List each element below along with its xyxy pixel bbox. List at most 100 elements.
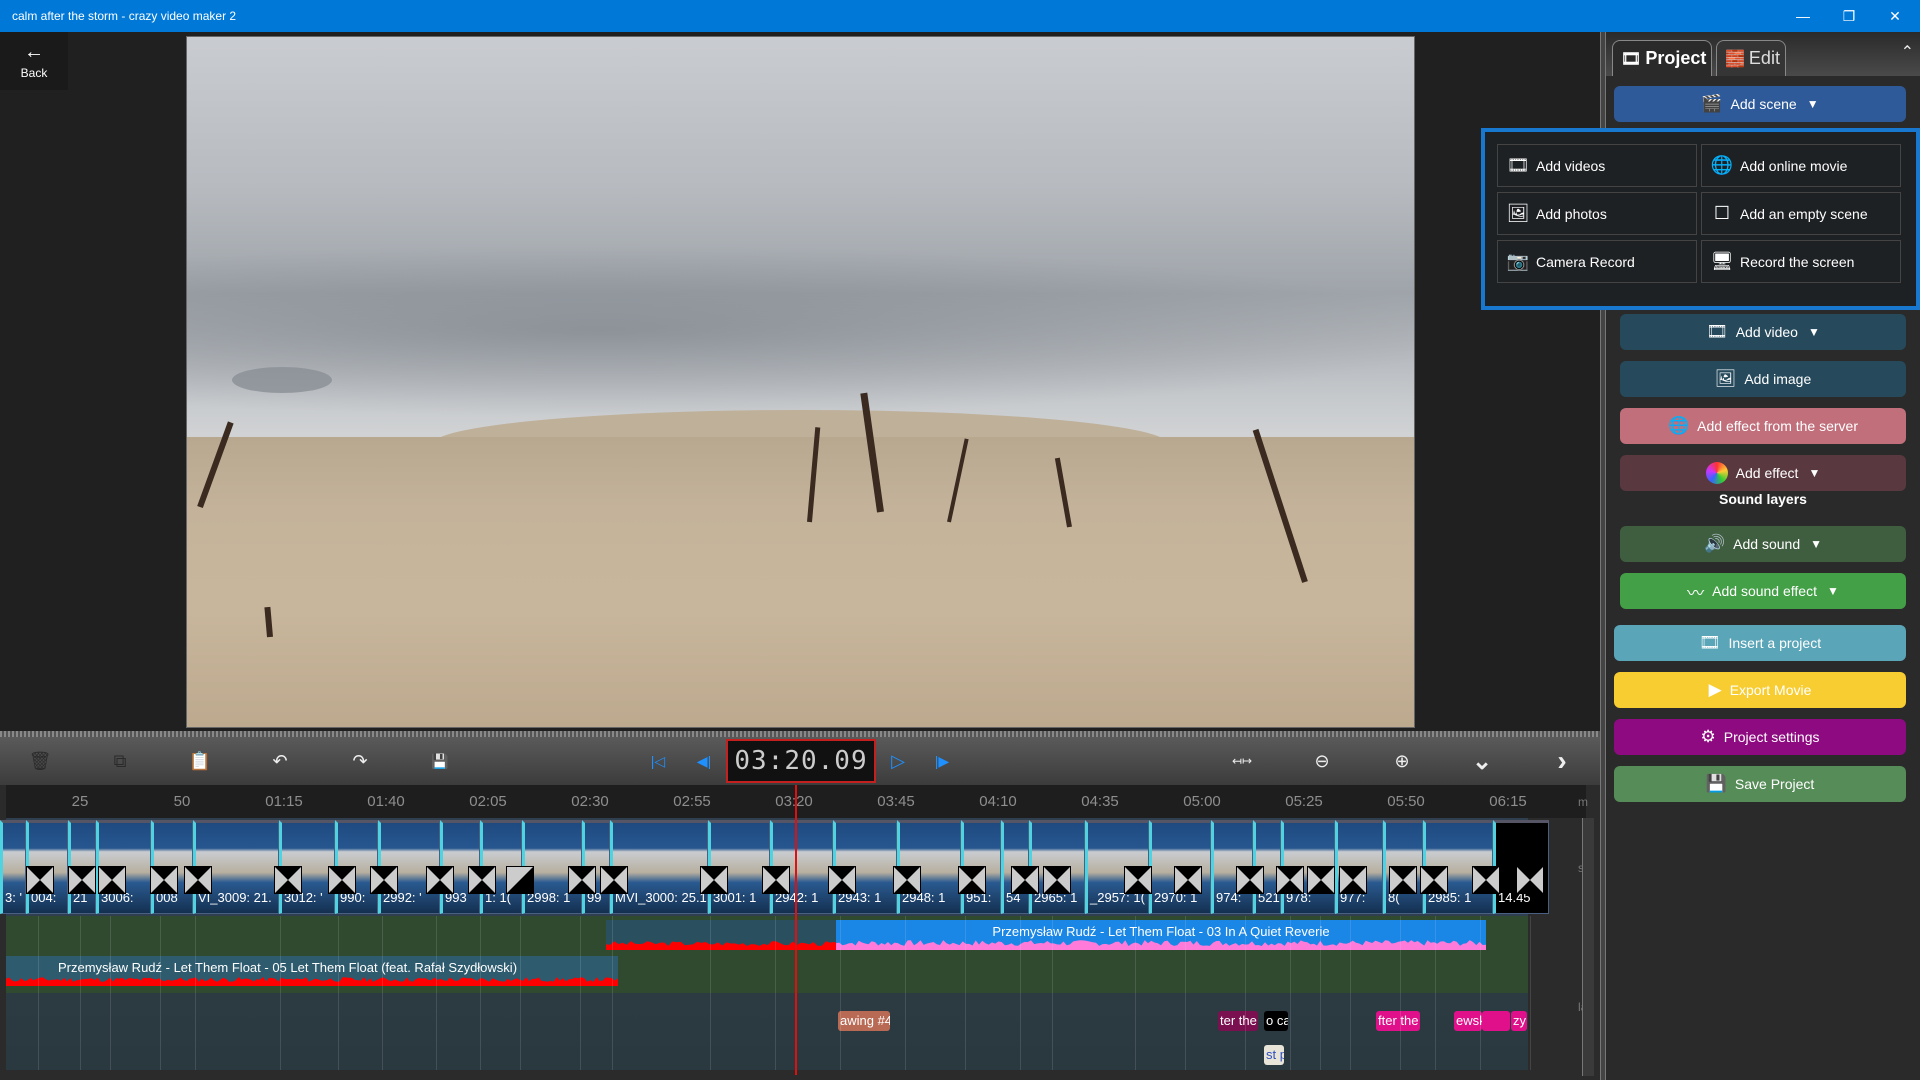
previous-frame-button[interactable]: ◀|	[686, 743, 722, 779]
close-button[interactable]: ✕	[1872, 0, 1918, 32]
text-overlay-clip[interactable]: awing #4	[838, 1011, 890, 1031]
empty-square-icon: ☐	[1713, 203, 1731, 223]
transition-icon[interactable]	[426, 866, 454, 894]
menu-item-record-screen[interactable]: 🖥 Record the screen	[1701, 240, 1901, 283]
audio-track-2[interactable]: Przemysław Rudź - Let Them Float - 05 Le…	[6, 954, 1528, 993]
menu-item-label: Camera Record	[1536, 253, 1635, 270]
clip-boundary-line	[520, 916, 521, 1070]
clip-boundary-line	[710, 916, 711, 1070]
audio-track-1[interactable]: Przemysław Rudź - Let Them Float - 03 In…	[6, 916, 1528, 954]
restore-button[interactable]: ❐	[1826, 0, 1872, 32]
transition-icon[interactable]	[1124, 866, 1152, 894]
transition-icon[interactable]	[893, 866, 921, 894]
transition-icon[interactable]	[1174, 866, 1202, 894]
add-sound-button[interactable]: 🔊 Add sound ▼	[1620, 526, 1906, 562]
add-scene-button[interactable]: 🎬 Add scene ▼	[1614, 86, 1906, 122]
transition-icon[interactable]	[26, 866, 54, 894]
transition-icon[interactable]	[150, 866, 178, 894]
playhead[interactable]	[795, 785, 797, 1075]
add-video-button[interactable]: 🎞 Add video ▼	[1620, 314, 1906, 350]
transition-icon[interactable]	[600, 866, 628, 894]
timecode-display[interactable]: 03:20.09	[726, 739, 876, 783]
transition-icon[interactable]	[1043, 866, 1071, 894]
menu-item-add-photos[interactable]: 🖼 Add photos	[1497, 192, 1697, 235]
transition-icon[interactable]	[68, 866, 96, 894]
transition-icon[interactable]	[1389, 866, 1417, 894]
text-track[interactable]: awing #4 ter the o ca fter the ewsk zy st p	[6, 993, 1528, 1070]
collapse-panel-icon[interactable]: ⌃	[1901, 42, 1914, 62]
transition-icon[interactable]	[1516, 866, 1544, 894]
transition-icon[interactable]	[1420, 866, 1448, 894]
zoom-out-button[interactable]: ⊖	[1304, 743, 1340, 779]
export-movie-button[interactable]: ▶ Export Movie	[1614, 672, 1906, 708]
copy-button[interactable]: ⧉	[102, 743, 138, 779]
expand-tracks-button[interactable]: ⌄	[1464, 743, 1500, 779]
go-to-start-button[interactable]: |◁	[640, 743, 676, 779]
fit-timeline-button[interactable]: ↤↦	[1224, 743, 1260, 779]
transition-icon[interactable]	[828, 866, 856, 894]
transition-icon[interactable]	[184, 866, 212, 894]
paste-button[interactable]: 📋	[182, 743, 218, 779]
transition-icon[interactable]	[506, 866, 534, 894]
transition-icon[interactable]	[274, 866, 302, 894]
zoom-in-button[interactable]: ⊕	[1384, 743, 1420, 779]
back-button[interactable]: ← Back	[0, 32, 68, 90]
undo-button[interactable]: ↶	[262, 743, 298, 779]
timeline-vertical-scrollbar[interactable]	[1582, 818, 1594, 1076]
menu-item-camera-record[interactable]: 📷 Camera Record	[1497, 240, 1697, 283]
transition-icon[interactable]	[1236, 866, 1264, 894]
save-project-label: Save Project	[1734, 776, 1815, 792]
video-preview[interactable]	[186, 36, 1415, 728]
paste-icon: 📋	[188, 750, 212, 771]
project-settings-label: Project settings	[1723, 729, 1820, 745]
transition-icon[interactable]	[700, 866, 728, 894]
redo-button[interactable]: ↷	[342, 743, 378, 779]
tab-edit[interactable]: 🧱 Edit	[1716, 40, 1786, 76]
delete-button[interactable]: 🗑	[22, 743, 58, 779]
menu-item-add-empty-scene[interactable]: ☐ Add an empty scene	[1701, 192, 1901, 235]
clip-boundary-line	[338, 916, 339, 1070]
add-sound-effect-button[interactable]: 〰 Add sound effect ▼	[1620, 573, 1906, 609]
timeline[interactable]: 25 50 01:15 01:40 02:05 02:30 02:55 03:20 03:45 0…	[0, 785, 1600, 1080]
add-image-button[interactable]: 🖼 Add image	[1620, 361, 1906, 397]
minimize-button[interactable]: —	[1780, 0, 1826, 32]
next-frame-button[interactable]: |▶	[924, 743, 960, 779]
transition-icon[interactable]	[370, 866, 398, 894]
add-effect-button[interactable]: ✿ Add effect ▼	[1620, 455, 1906, 491]
transition-icon[interactable]	[1276, 866, 1304, 894]
text-overlay-clip[interactable]: ewsk	[1454, 1011, 1482, 1031]
transition-icon[interactable]	[568, 866, 596, 894]
export-film-icon: ▶	[1708, 680, 1722, 699]
transition-icon[interactable]	[1011, 866, 1039, 894]
text-overlay-clip[interactable]: fter the	[1376, 1011, 1420, 1031]
transition-icon[interactable]	[328, 866, 356, 894]
menu-item-add-videos[interactable]: 🎞 Add videos	[1497, 144, 1697, 187]
audio-clip[interactable]: Przemysław Rudź - Let Them Float - 03 In…	[836, 920, 1486, 950]
save-frame-button[interactable]: 💾	[422, 743, 458, 779]
save-project-button[interactable]: 💾 Save Project	[1614, 766, 1906, 802]
transition-icon[interactable]	[1307, 866, 1335, 894]
transition-icon[interactable]	[468, 866, 496, 894]
insert-project-button[interactable]: 🎞 Insert a project	[1614, 625, 1906, 661]
text-overlay-clip[interactable]: ter the	[1218, 1011, 1258, 1031]
transition-icon[interactable]	[98, 866, 126, 894]
audio-clip[interactable]: Przemysław Rudź - Let Them Float - 05 Le…	[6, 956, 618, 986]
text-overlay-clip[interactable]	[1482, 1011, 1510, 1031]
transition-icon[interactable]	[1339, 866, 1367, 894]
video-clip[interactable]: 3: '	[0, 820, 26, 914]
tab-project[interactable]: 🎞 Project	[1612, 40, 1712, 76]
transition-icon[interactable]	[958, 866, 986, 894]
text-overlay-clip[interactable]: st p	[1264, 1045, 1284, 1065]
video-track[interactable]: 3: ' 004: 21 3006: 008 VI_3009: 21. 3012: ' 990…	[0, 818, 1549, 916]
add-effect-from-server-button[interactable]: 🌐 Add effect from the server	[1620, 408, 1906, 444]
title-bar: calm after the storm - crazy video maker…	[0, 0, 1920, 32]
project-settings-button[interactable]: ⚙ Project settings	[1614, 719, 1906, 755]
play-button[interactable]: ▷	[880, 743, 916, 779]
transition-icon[interactable]	[762, 866, 790, 894]
transition-icon[interactable]	[1472, 866, 1500, 894]
text-overlay-clip[interactable]: o ca	[1264, 1011, 1288, 1031]
ruler-tick: 04:10	[979, 793, 1017, 810]
next-button[interactable]: ›	[1544, 743, 1580, 779]
menu-item-add-online-movie[interactable]: 🌐 Add online movie	[1701, 144, 1901, 187]
text-overlay-clip[interactable]: zy	[1511, 1011, 1527, 1031]
